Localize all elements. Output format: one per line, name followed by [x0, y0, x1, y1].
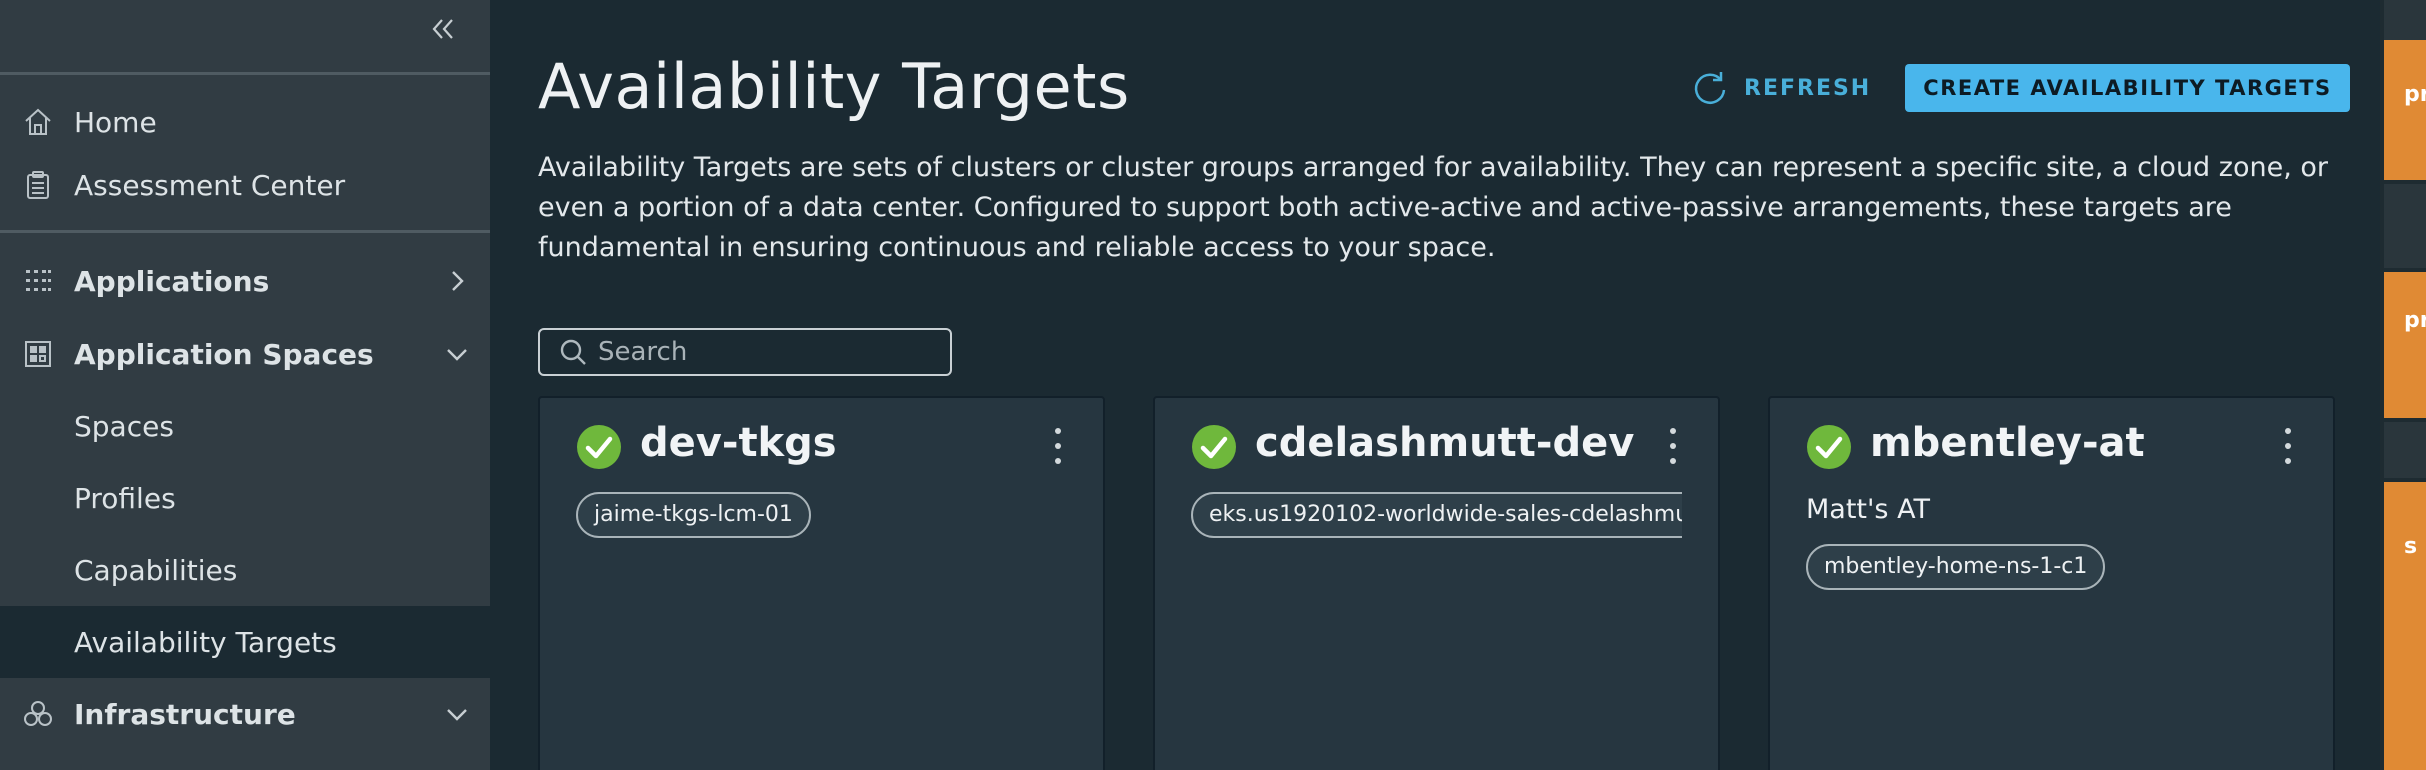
card-tags: eks.us1920102-worldwide-sales-cdelashmut… — [1191, 492, 1682, 538]
sidebar-item-label: Profiles — [74, 481, 176, 515]
card-title: cdelashmutt-dev — [1255, 420, 1635, 466]
sidebar-item-availability-targets[interactable]: Availability Targets — [0, 606, 490, 678]
page-description: Availability Targets are sets of cluster… — [538, 152, 2328, 263]
cluster-tag: eks.us1920102-worldwide-sales-cdelashmut… — [1191, 492, 1682, 538]
applications-grid-icon — [22, 265, 54, 297]
thumbnail-label: pr — [2404, 308, 2426, 333]
cluster-tag: jaime-tkgs-lcm-01 — [576, 492, 811, 538]
side-window-strip: pr pr s — [2380, 0, 2426, 770]
cluster-tag: mbentley-home-ns-1-c1 — [1806, 544, 2106, 590]
card-title: dev-tkgs — [640, 420, 837, 466]
clipboard-icon — [22, 169, 54, 201]
refresh-button[interactable]: REFRESH — [1690, 66, 1871, 110]
sidebar-item-label: Assessment Center — [74, 168, 346, 202]
card-title: mbentley-at — [1870, 420, 2145, 466]
sidebar-item-label: Spaces — [74, 409, 174, 443]
sidebar-item-application-spaces[interactable]: Application Spaces — [0, 320, 490, 388]
sidebar-item-assessment-center[interactable]: Assessment Center — [0, 151, 490, 219]
card-tags: jaime-tkgs-lcm-01 — [576, 492, 1067, 538]
sidebar-divider — [0, 72, 490, 75]
chevron-right-icon[interactable] — [444, 268, 470, 294]
sidebar-item-label: Availability Targets — [74, 625, 337, 659]
refresh-label: REFRESH — [1744, 75, 1872, 101]
sidebar-item-label: Home — [74, 105, 157, 139]
success-check-icon — [1807, 425, 1851, 469]
kebab-menu-icon[interactable] — [1053, 428, 1063, 464]
success-check-icon — [577, 425, 621, 469]
infrastructure-icon — [22, 698, 54, 730]
thumbnail[interactable] — [2384, 0, 2426, 40]
refresh-icon — [1694, 72, 1726, 104]
thumbnail[interactable] — [2384, 422, 2426, 478]
thumbnail[interactable]: pr — [2384, 272, 2426, 418]
sidebar-item-label: Capabilities — [74, 553, 238, 587]
sidebar-item-home[interactable]: Home — [0, 88, 490, 156]
card-subtitle: Matt's AT — [1806, 494, 1930, 525]
sidebar-divider — [0, 230, 490, 233]
availability-target-card[interactable]: dev-tkgs jaime-tkgs-lcm-01 — [538, 396, 1105, 770]
kebab-menu-icon[interactable] — [1668, 428, 1678, 464]
application-spaces-icon — [22, 338, 54, 370]
thumbnail[interactable]: pr — [2384, 40, 2426, 180]
availability-target-card[interactable]: mbentley-at Matt's AT mbentley-home-ns-1… — [1768, 396, 2335, 770]
kebab-menu-icon[interactable] — [2283, 428, 2293, 464]
availability-target-card[interactable]: cdelashmutt-dev eks.us1920102-worldwide-… — [1153, 396, 1720, 770]
thumbnail-label: s — [2404, 534, 2418, 559]
sidebar-item-label: Infrastructure — [74, 697, 296, 731]
sidebar-item-capabilities[interactable]: Capabilities — [0, 536, 490, 604]
thumbnail[interactable]: s — [2384, 482, 2426, 770]
chevron-down-icon[interactable] — [444, 341, 470, 367]
sidebar: Home Assessment Center Applications Appl… — [0, 0, 490, 770]
sidebar-item-label: Application Spaces — [74, 337, 374, 371]
success-check-icon — [1192, 425, 1236, 469]
main-content: Availability Targets REFRESH CREATE AVAI… — [490, 0, 2380, 770]
home-icon — [22, 106, 54, 138]
create-availability-targets-button[interactable]: CREATE AVAILABILITY TARGETS — [1905, 64, 2350, 112]
sidebar-item-infrastructure[interactable]: Infrastructure — [0, 680, 490, 748]
sidebar-item-applications[interactable]: Applications — [0, 247, 490, 315]
search-input[interactable] — [598, 337, 938, 367]
thumbnail[interactable] — [2384, 184, 2426, 268]
chevron-down-icon[interactable] — [444, 701, 470, 727]
sidebar-item-label: Applications — [74, 264, 270, 298]
search-box[interactable] — [538, 328, 952, 376]
page-title: Availability Targets — [538, 50, 1130, 123]
search-icon — [560, 339, 586, 365]
card-tags: mbentley-home-ns-1-c1 — [1806, 544, 2297, 590]
sidebar-item-profiles[interactable]: Profiles — [0, 464, 490, 532]
thumbnail-label: pr — [2404, 82, 2426, 107]
collapse-sidebar-icon[interactable] — [428, 14, 458, 44]
sidebar-item-spaces[interactable]: Spaces — [0, 392, 490, 460]
